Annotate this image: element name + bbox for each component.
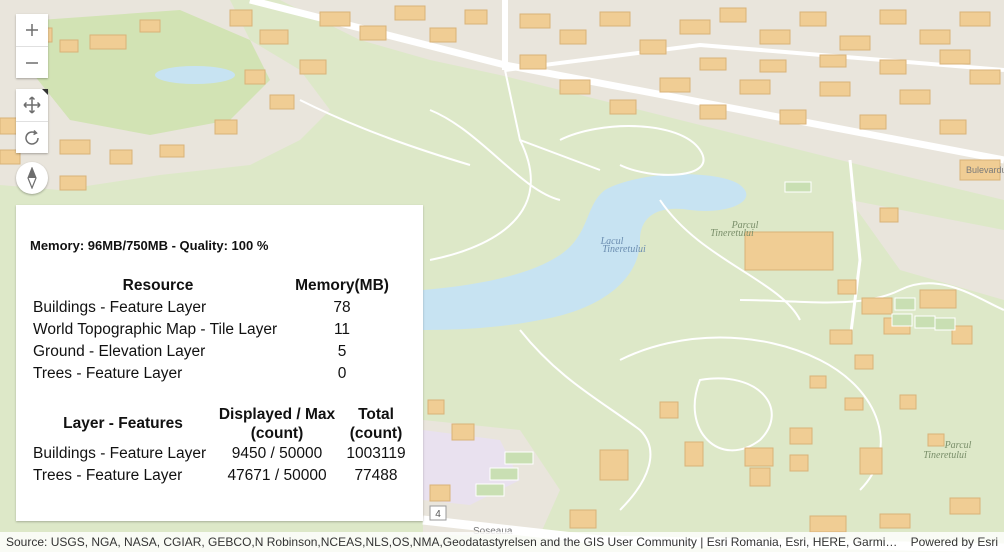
rotate-icon bbox=[25, 129, 39, 145]
zoom-in-button[interactable] bbox=[16, 14, 48, 46]
resource-memory: 0 bbox=[337, 365, 347, 382]
resource-memory: 5 bbox=[337, 343, 347, 360]
table-row: Ground - Elevation Layer 5 bbox=[31, 341, 399, 363]
displayed-count: 9450 / 50000 bbox=[231, 445, 323, 462]
attribution-source[interactable]: Source: USGS, NGA, NASA, CGIAR, GEBCO,N … bbox=[6, 535, 899, 549]
memory-header: Memory(MB) bbox=[295, 277, 389, 294]
pan-icon bbox=[23, 96, 41, 114]
resource-name: World Topographic Map - Tile Layer bbox=[33, 321, 278, 338]
displayed-header-line2: (count) bbox=[250, 425, 304, 442]
total-count: 77488 bbox=[354, 467, 398, 484]
total-header-line1: Total bbox=[358, 406, 394, 423]
memory-summary: Memory: 96MB/750MB - Quality: 100 % bbox=[30, 238, 269, 253]
table-header-row: Layer - Features Displayed / Max (count)… bbox=[31, 405, 413, 443]
resource-memory: 78 bbox=[333, 299, 351, 316]
table-header-row: Resource Memory(MB) bbox=[31, 275, 399, 297]
park-label-upper-2: Tineretului bbox=[710, 228, 754, 239]
compass-button[interactable] bbox=[16, 162, 48, 194]
features-table: Layer - Features Displayed / Max (count)… bbox=[31, 405, 413, 487]
table-row: Buildings - Feature Layer 78 bbox=[31, 297, 399, 319]
total-header-line2: (count) bbox=[349, 425, 403, 442]
table-row: Trees - Feature Layer 47671 / 50000 7748… bbox=[31, 465, 413, 487]
performance-panel: Memory: 96MB/750MB - Quality: 100 % Reso… bbox=[16, 205, 423, 521]
table-row: World Topographic Map - Tile Layer 11 bbox=[31, 319, 399, 341]
layer-features-header: Layer - Features bbox=[63, 415, 183, 432]
plus-icon bbox=[26, 24, 38, 36]
resource-name: Trees - Feature Layer bbox=[33, 365, 183, 382]
minus-icon bbox=[26, 61, 38, 64]
zoom-controls bbox=[16, 14, 48, 78]
resource-name: Buildings - Feature Layer bbox=[33, 299, 207, 316]
compass-icon bbox=[27, 167, 37, 189]
resource-memory: 11 bbox=[333, 321, 351, 338]
resource-name: Ground - Elevation Layer bbox=[33, 343, 206, 360]
layer-name: Trees - Feature Layer bbox=[33, 467, 183, 484]
table-row: Buildings - Feature Layer 9450 / 50000 1… bbox=[31, 443, 413, 465]
displayed-count: 47671 / 50000 bbox=[227, 467, 327, 484]
displayed-header-line1: Displayed / Max bbox=[218, 406, 336, 423]
pan-button[interactable] bbox=[16, 89, 48, 121]
navigation-controls bbox=[16, 89, 48, 153]
layer-name: Buildings - Feature Layer bbox=[33, 445, 207, 462]
small-pond bbox=[155, 66, 235, 84]
resource-table: Resource Memory(MB) Buildings - Feature … bbox=[31, 275, 399, 385]
road-number: 4 bbox=[435, 509, 441, 520]
table-row: Trees - Feature Layer 0 bbox=[31, 363, 399, 385]
rotate-button[interactable] bbox=[16, 121, 48, 153]
street-label-top-right: Bulevardul bbox=[966, 165, 1004, 175]
total-header: Total (count) bbox=[339, 405, 413, 443]
displayed-header: Displayed / Max (count) bbox=[215, 405, 339, 443]
powered-by-link[interactable]: Powered by Esri bbox=[911, 535, 998, 549]
total-count: 1003119 bbox=[346, 445, 406, 462]
attribution-bar[interactable]: Source: USGS, NGA, NASA, CGIAR, GEBCO,N … bbox=[0, 532, 1004, 552]
active-indicator bbox=[42, 89, 48, 95]
lake-label-2: Tineretului bbox=[602, 244, 646, 255]
zoom-out-button[interactable] bbox=[16, 46, 48, 78]
resource-header: Resource bbox=[122, 277, 194, 294]
park-label-lower-2: Tineretului bbox=[923, 450, 967, 461]
road-shield: 4 bbox=[429, 505, 447, 521]
